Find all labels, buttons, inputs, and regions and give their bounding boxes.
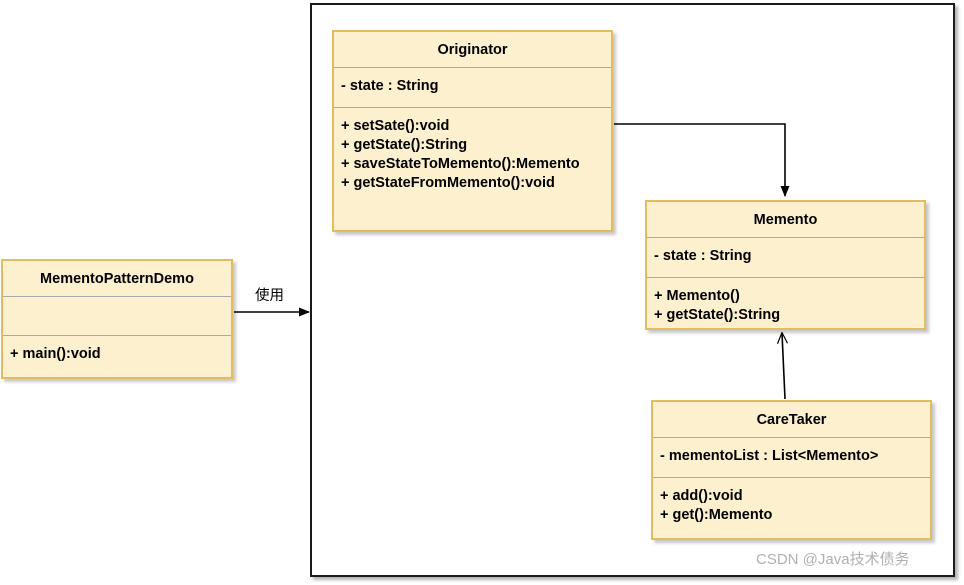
edge-label-uses: 使用 <box>255 288 284 304</box>
class-box-originator[interactable]: Originator - state : String + setSate():… <box>332 30 613 232</box>
class-title-mementopatterndemo: MementoPatternDemo <box>40 271 194 287</box>
class-title-caretaker: CareTaker <box>756 412 827 428</box>
class-box-mementopatterndemo[interactable]: MementoPatternDemo + main():void <box>1 259 233 379</box>
class-methods-caretaker: + add():void + get():Memento <box>653 478 930 534</box>
class-method: + setSate():void <box>341 117 450 134</box>
class-attributes-originator: - state : String <box>334 68 611 107</box>
class-attribute: - state : String <box>654 247 752 264</box>
class-box-caretaker[interactable]: CareTaker - mementoList : List<Memento> … <box>651 400 932 540</box>
class-attributes-memento: - state : String <box>647 238 924 277</box>
class-title-memento: Memento <box>753 212 818 228</box>
class-attributes-mementopatterndemo <box>3 297 231 335</box>
class-attributes-caretaker: - mementoList : List<Memento> <box>653 438 930 477</box>
class-methods-memento: + Memento() + getState():String <box>647 278 924 334</box>
class-methods-mementopatterndemo: + main():void <box>3 336 231 373</box>
class-method: + get():Memento <box>660 506 773 523</box>
class-methods-originator: + setSate():void + getState():String + s… <box>334 108 611 202</box>
class-box-memento[interactable]: Memento - state : String + Memento() + g… <box>645 200 926 330</box>
class-method: + Memento() <box>654 287 740 304</box>
class-method: + getStateFromMemento():void <box>341 174 555 191</box>
class-title-originator: Originator <box>437 42 508 58</box>
class-method: + main():void <box>10 345 101 362</box>
class-attribute: - mementoList : List<Memento> <box>660 447 879 464</box>
diagram-canvas: 使用 Originator - state : String + setSate… <box>0 0 964 585</box>
class-method: + add():void <box>660 487 743 504</box>
class-attribute: - state : String <box>341 77 439 94</box>
class-method: + getState():String <box>341 136 468 153</box>
class-method: + saveStateToMemento():Memento <box>341 155 580 172</box>
class-method: + getState():String <box>654 306 781 323</box>
watermark-text: CSDN @Java技术债务 <box>756 551 910 568</box>
